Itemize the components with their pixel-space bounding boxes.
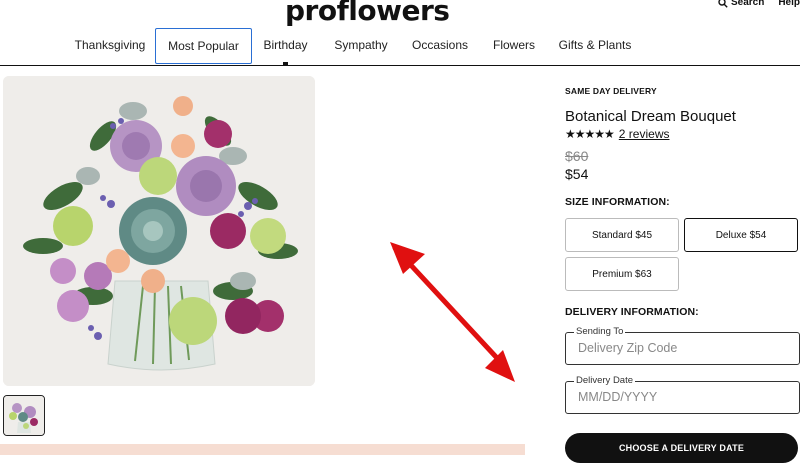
site-header: proflowers Search Help Thanksgiving Most… xyxy=(0,0,800,65)
main-nav: Thanksgiving Most Popular Birthday Sympa… xyxy=(0,27,800,64)
star-rating-icon: ★★★★★ xyxy=(565,127,615,141)
size-option-standard[interactable]: Standard $45 xyxy=(565,218,679,252)
delivery-date-input[interactable]: MM/DD/YYYY xyxy=(578,390,657,404)
annotation-arrow xyxy=(390,242,515,382)
help-link[interactable]: Help xyxy=(778,0,800,8)
product-title: Botanical Dream Bouquet xyxy=(565,108,736,125)
size-information-heading: SIZE INFORMATION: xyxy=(565,196,670,208)
bouquet-thumbnail-illustration xyxy=(4,396,44,435)
search-label: Search xyxy=(730,0,765,8)
nav-item-flowers[interactable]: Flowers xyxy=(488,27,540,63)
search-button[interactable]: Search xyxy=(718,0,764,8)
zip-code-label: Sending To xyxy=(574,326,626,337)
delivery-date-label: Delivery Date xyxy=(574,375,636,386)
nav-item-birthday[interactable]: Birthday xyxy=(257,27,314,63)
choose-delivery-date-button[interactable]: CHOOSE A DELIVERY DATE xyxy=(565,433,798,463)
zip-code-field[interactable]: Sending To Delivery Zip Code xyxy=(565,326,800,365)
product-rating: ★★★★★ 2 reviews xyxy=(565,127,669,141)
product-main-image[interactable] xyxy=(3,76,315,386)
reviews-link[interactable]: 2 reviews xyxy=(619,127,670,141)
size-option-premium[interactable]: Premium $63 xyxy=(565,257,679,291)
nav-item-sympathy[interactable]: Sympathy xyxy=(330,27,392,63)
header-divider xyxy=(0,65,800,66)
nav-item-thanksgiving[interactable]: Thanksgiving xyxy=(70,27,150,63)
delivery-information-heading: DELIVERY INFORMATION: xyxy=(565,306,699,318)
promo-banner xyxy=(0,444,525,455)
zip-code-input[interactable]: Delivery Zip Code xyxy=(578,341,677,355)
site-logo[interactable]: proflowers xyxy=(285,0,450,27)
nav-item-gifts-plants[interactable]: Gifts & Plants xyxy=(555,27,635,63)
bouquet-illustration xyxy=(3,76,315,386)
product-thumbnail[interactable] xyxy=(3,395,45,436)
original-price: $60 xyxy=(565,148,589,164)
delivery-date-field[interactable]: Delivery Date MM/DD/YYYY xyxy=(565,375,800,414)
nav-item-most-popular[interactable]: Most Popular xyxy=(155,28,252,64)
sale-price: $54 xyxy=(565,166,589,182)
search-icon xyxy=(718,0,728,8)
same-day-delivery-label: SAME DAY DELIVERY xyxy=(565,86,657,96)
utility-links: Search Help xyxy=(718,0,800,8)
size-option-deluxe[interactable]: Deluxe $54 xyxy=(684,218,798,252)
nav-item-occasions[interactable]: Occasions xyxy=(407,27,473,63)
